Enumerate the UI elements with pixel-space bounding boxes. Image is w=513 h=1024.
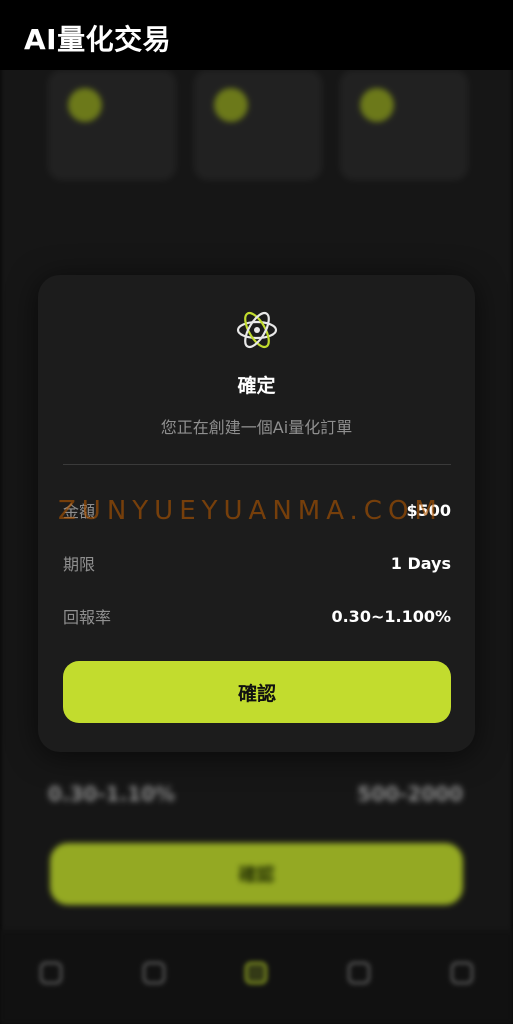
duration-label: 期限 [63,555,96,574]
divider [63,464,451,465]
return-rate-row: 回報率 0.30~1.100% [63,604,451,628]
amount-row: 金額 $500 [63,498,451,522]
atom-icon [236,311,278,349]
confirm-order-dialog: 確定 您正在創建一個Ai量化訂單 金額 $500 期限 1 Days 回報率 0… [38,275,475,752]
duration-row: 期限 1 Days [63,551,451,575]
duration-value: 1 Days [390,553,451,573]
return-rate-value: 0.30~1.100% [331,606,451,626]
dialog-subtitle: 您正在創建一個Ai量化訂單 [160,418,353,437]
amount-label: 金額 [63,502,96,521]
page-title: AI量化交易 [24,23,172,56]
app-header: AI量化交易 [0,0,513,70]
confirm-button[interactable]: 確認 [63,661,451,723]
dialog-title: 確定 [237,375,276,397]
amount-value: $500 [406,500,451,520]
return-rate-label: 回報率 [63,608,112,627]
